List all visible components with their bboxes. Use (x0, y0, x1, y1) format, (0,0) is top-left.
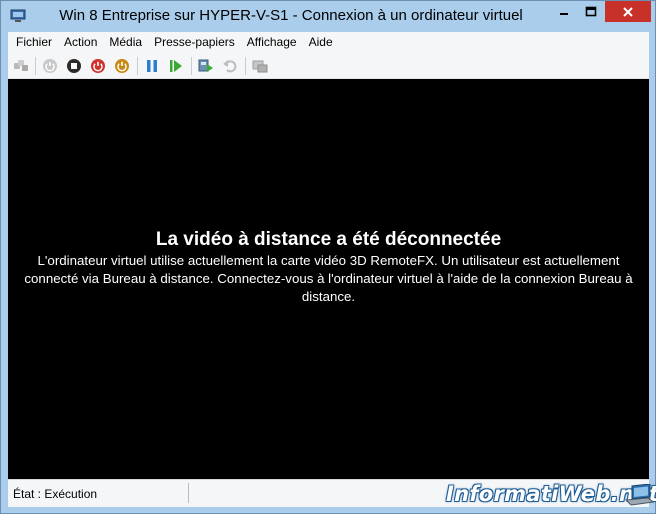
revert-icon (223, 60, 237, 73)
title-bar[interactable]: Win 8 Entreprise sur HYPER-V-S1 - Connex… (1, 1, 655, 32)
menu-action[interactable]: Action (58, 32, 103, 52)
save-icon (115, 59, 129, 73)
start-button[interactable] (41, 57, 59, 75)
toolbar-separator (35, 57, 36, 75)
enhanced-session-button[interactable] (251, 57, 269, 75)
enhanced-session-icon (252, 60, 268, 73)
toolbar (8, 52, 649, 79)
minimize-button[interactable] (550, 1, 577, 22)
menu-view[interactable]: Affichage (241, 32, 303, 52)
pause-icon (147, 60, 157, 72)
reset-button[interactable] (167, 57, 185, 75)
vm-state-text: État : Exécution (13, 487, 98, 501)
toolbar-separator (191, 57, 192, 75)
menu-help[interactable]: Aide (303, 32, 339, 52)
window-title: Win 8 Entreprise sur HYPER-V-S1 - Connex… (59, 7, 523, 24)
menu-media[interactable]: Média (103, 32, 148, 52)
menu-clipboard[interactable]: Presse-papiers (148, 32, 241, 52)
status-divider (188, 483, 189, 503)
toolbar-separator (245, 57, 246, 75)
menu-bar: Fichier Action Média Presse-papiers Affi… (8, 32, 649, 52)
status-bar: État : Exécution InformatiWeb.net (8, 479, 656, 507)
close-icon (623, 6, 633, 17)
maximize-icon (585, 6, 596, 16)
disconnected-message: L'ordinateur virtuel utilise actuellemen… (24, 253, 633, 304)
turn-off-button[interactable] (65, 57, 83, 75)
snapshot-icon (198, 59, 213, 72)
maximize-button[interactable] (577, 1, 604, 22)
close-button[interactable] (605, 1, 651, 22)
shut-down-icon (91, 59, 105, 73)
ctrl-alt-del-button[interactable] (12, 57, 30, 75)
menu-file[interactable]: Fichier (10, 32, 58, 52)
disconnected-title: La vidéo à distance a été déconnectée (155, 229, 502, 250)
start-icon (43, 59, 57, 73)
laptop-logo-icon (624, 483, 655, 506)
reset-icon (170, 60, 182, 72)
toolbar-separator (137, 57, 138, 75)
pause-button[interactable] (143, 57, 161, 75)
vm-display-area[interactable]: La vidéo à distance a été déconnectée L'… (8, 79, 649, 479)
minimize-icon (559, 12, 568, 15)
save-button[interactable] (113, 57, 131, 75)
ctrl-alt-del-icon (14, 60, 28, 71)
vm-connection-window: Win 8 Entreprise sur HYPER-V-S1 - Connex… (0, 0, 656, 514)
shut-down-button[interactable] (89, 57, 107, 75)
snapshot-button[interactable] (197, 57, 215, 75)
turn-off-icon (67, 59, 81, 73)
revert-button[interactable] (221, 57, 239, 75)
